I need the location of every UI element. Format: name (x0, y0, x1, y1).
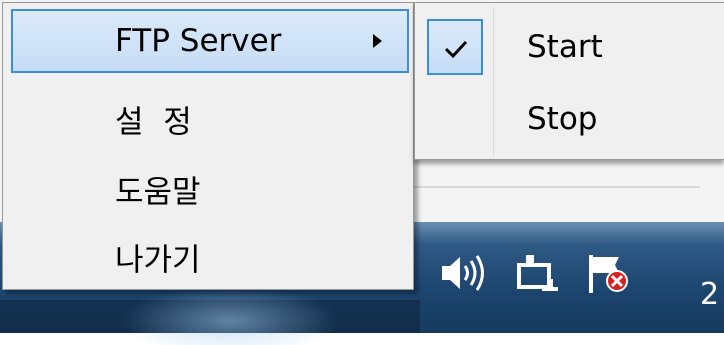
action-center-flag-icon[interactable] (585, 253, 635, 293)
menu-item-exit[interactable]: 나가기 (11, 225, 409, 289)
submenu-item-label: Start (527, 29, 603, 65)
menu-item-label: FTP Server (115, 23, 282, 59)
background-divider (400, 186, 700, 188)
menu-item-label: 설 정 (115, 104, 192, 141)
menu-item-label: 도움말 (115, 174, 201, 211)
tray-context-menu: FTP Server 설 정 도움말 나가기 (2, 2, 414, 290)
ftp-server-submenu: Start Stop (414, 2, 724, 160)
menu-item-ftp-server[interactable]: FTP Server (11, 9, 409, 73)
network-icon[interactable] (516, 253, 562, 293)
checkmark-icon (444, 40, 468, 59)
submenu-arrow-icon (373, 34, 382, 48)
speaker-icon[interactable] (440, 253, 492, 293)
menu-item-settings[interactable]: 설 정 (11, 87, 409, 151)
checkmark-indicator (427, 19, 483, 75)
submenu-item-label: Stop (527, 101, 598, 137)
clock-text[interactable]: 2 (700, 280, 719, 310)
submenu-item-start[interactable]: Start (415, 13, 723, 81)
menu-item-help[interactable]: 도움말 (11, 157, 409, 221)
menu-item-label: 나가기 (115, 242, 201, 279)
taskbar-highlight (120, 285, 340, 345)
submenu-item-stop[interactable]: Stop (415, 85, 723, 153)
